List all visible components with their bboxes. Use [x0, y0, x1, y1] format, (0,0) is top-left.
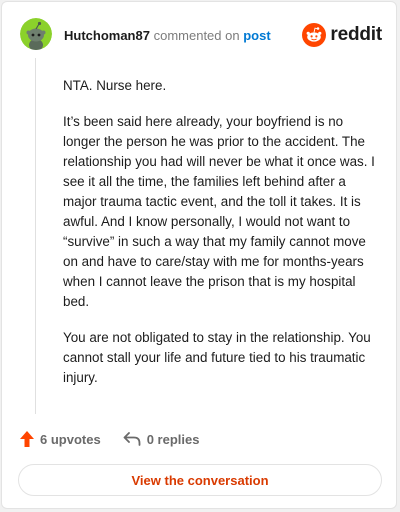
comment-body: NTA. Nurse here. It’s been said here alr…	[63, 76, 379, 404]
upvote-arrow-icon	[20, 431, 34, 447]
comment-paragraph: You are not obligated to stay in the rel…	[63, 330, 371, 385]
reddit-logo[interactable]: reddit	[302, 22, 382, 48]
comment-paragraph: NTA. Nurse here.	[63, 78, 167, 93]
comment-card: Hutchoman87 commented on post reddit NTA…	[1, 1, 397, 509]
commented-label: commented on	[153, 28, 240, 43]
reply-arrow-icon	[123, 432, 141, 446]
comment-actions: 6 upvotes 0 replies	[20, 431, 221, 447]
thread-line[interactable]	[35, 58, 36, 414]
reply-button[interactable]: 0 replies	[123, 431, 200, 447]
post-link[interactable]: post	[243, 28, 270, 43]
avatar[interactable]	[20, 18, 52, 50]
upvote-count: 6 upvotes	[40, 431, 101, 447]
upvote-button[interactable]: 6 upvotes	[20, 431, 101, 447]
reddit-snoo-icon	[302, 23, 327, 47]
reddit-wordmark: reddit	[330, 24, 382, 45]
comment-paragraph: It’s been said here already, your boyfri…	[63, 114, 375, 309]
reply-count: 0 replies	[146, 431, 200, 447]
snoo-avatar-icon	[20, 18, 52, 50]
comment-header: Hutchoman87 commented on post	[64, 28, 271, 44]
username[interactable]: Hutchoman87	[64, 28, 150, 43]
view-conversation-button[interactable]: View the conversation	[18, 464, 382, 496]
